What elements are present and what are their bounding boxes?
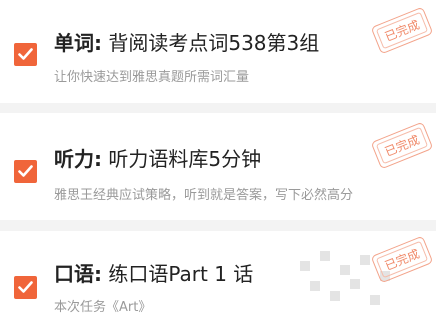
task-category: 单词: <box>54 31 102 55</box>
task-name: 背阅读考点词538第3组 <box>108 31 320 55</box>
task-checkbox[interactable] <box>14 276 37 299</box>
task-title: 听力: 听力语料库5分钟 <box>54 143 261 172</box>
task-name: 练口语Part 1 话 <box>108 262 254 286</box>
task-description: 让你快速达到雅思真题所需词汇量 <box>54 70 250 85</box>
check-icon <box>18 165 33 177</box>
check-icon <box>18 48 33 60</box>
task-description: 本次任务《Art》 <box>54 300 152 313</box>
task-checkbox[interactable] <box>14 43 37 66</box>
task-category: 听力: <box>54 147 102 171</box>
task-item-speaking[interactable]: 口语: 练口语Part 1 话 本次任务《Art》 已完成 <box>0 231 436 313</box>
task-description: 雅思王经典应试策略，听到就是答案，写下必然高分 <box>54 188 354 203</box>
check-icon <box>18 281 33 293</box>
task-item-listening[interactable]: 听力: 听力语料库5分钟 雅思王经典应试策略，听到就是答案，写下必然高分 已完成 <box>0 113 436 220</box>
completed-stamp: 已完成 <box>370 121 434 170</box>
task-checkbox[interactable] <box>14 160 37 183</box>
task-title: 口语: 练口语Part 1 话 <box>54 258 253 287</box>
task-item-vocabulary[interactable]: 单词: 背阅读考点词538第3组 让你快速达到雅思真题所需词汇量 已完成 <box>0 0 436 103</box>
task-name: 听力语料库5分钟 <box>108 147 262 171</box>
task-category: 口语: <box>54 262 102 286</box>
task-title: 单词: 背阅读考点词538第3组 <box>54 27 319 56</box>
completed-stamp: 已完成 <box>370 6 434 55</box>
completed-stamp: 已完成 <box>370 235 434 284</box>
